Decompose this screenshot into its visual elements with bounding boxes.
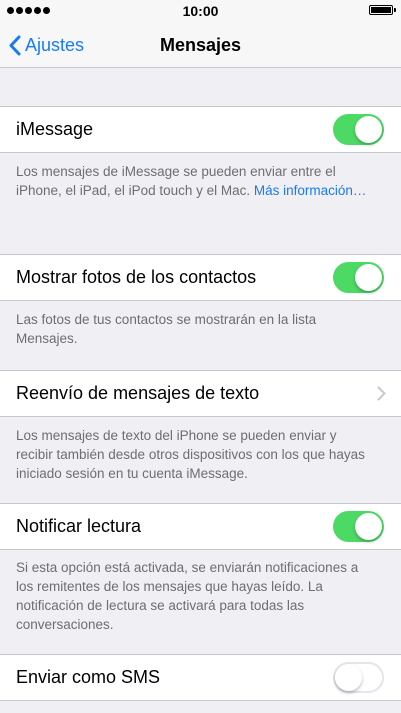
text-message-forwarding-footer: Los mensajes de texto del iPhone se pued… [16, 428, 365, 481]
read-receipts-footer: Si esta opción está activada, se enviará… [16, 560, 359, 632]
battery-icon [369, 5, 396, 15]
show-contact-photos-footer: Las fotos de tus contactos se mostrarán … [16, 312, 317, 346]
setting-read-receipts: Notificar lectura [0, 503, 401, 550]
navigation-bar: Ajustes Mensajes [0, 22, 401, 68]
status-bar: 10:00 [0, 0, 401, 22]
setting-label-show-contact-photos: Mostrar fotos de los contactos [16, 267, 257, 287]
send-as-sms-toggle[interactable] [333, 662, 384, 693]
status-time: 10:00 [182, 3, 219, 19]
setting-text-message-forwarding[interactable]: Reenvío de mensajes de texto [0, 370, 401, 417]
setting-label-imessage: iMessage [16, 119, 94, 139]
setting-send-as-sms: Enviar como SMS [0, 654, 401, 701]
read-receipts-toggle[interactable] [333, 511, 384, 542]
show-contact-photos-toggle[interactable] [333, 262, 384, 293]
setting-show-contact-photos: Mostrar fotos de los contactos [0, 254, 401, 301]
page-title: Mensajes [159, 35, 242, 55]
imessage-footer: Los mensajes de iMessage se pueden envia… [16, 162, 376, 200]
setting-label-send-as-sms: Enviar como SMS [16, 667, 161, 687]
setting-label-read-receipts: Notificar lectura [16, 516, 142, 536]
setting-label-text-message-forwarding: Reenvío de mensajes de texto [16, 383, 260, 403]
chevron-right-icon [377, 386, 386, 401]
imessage-toggle[interactable] [333, 114, 384, 145]
setting-imessage: iMessage [0, 106, 401, 153]
more-info-link[interactable]: Más información… [254, 183, 367, 198]
